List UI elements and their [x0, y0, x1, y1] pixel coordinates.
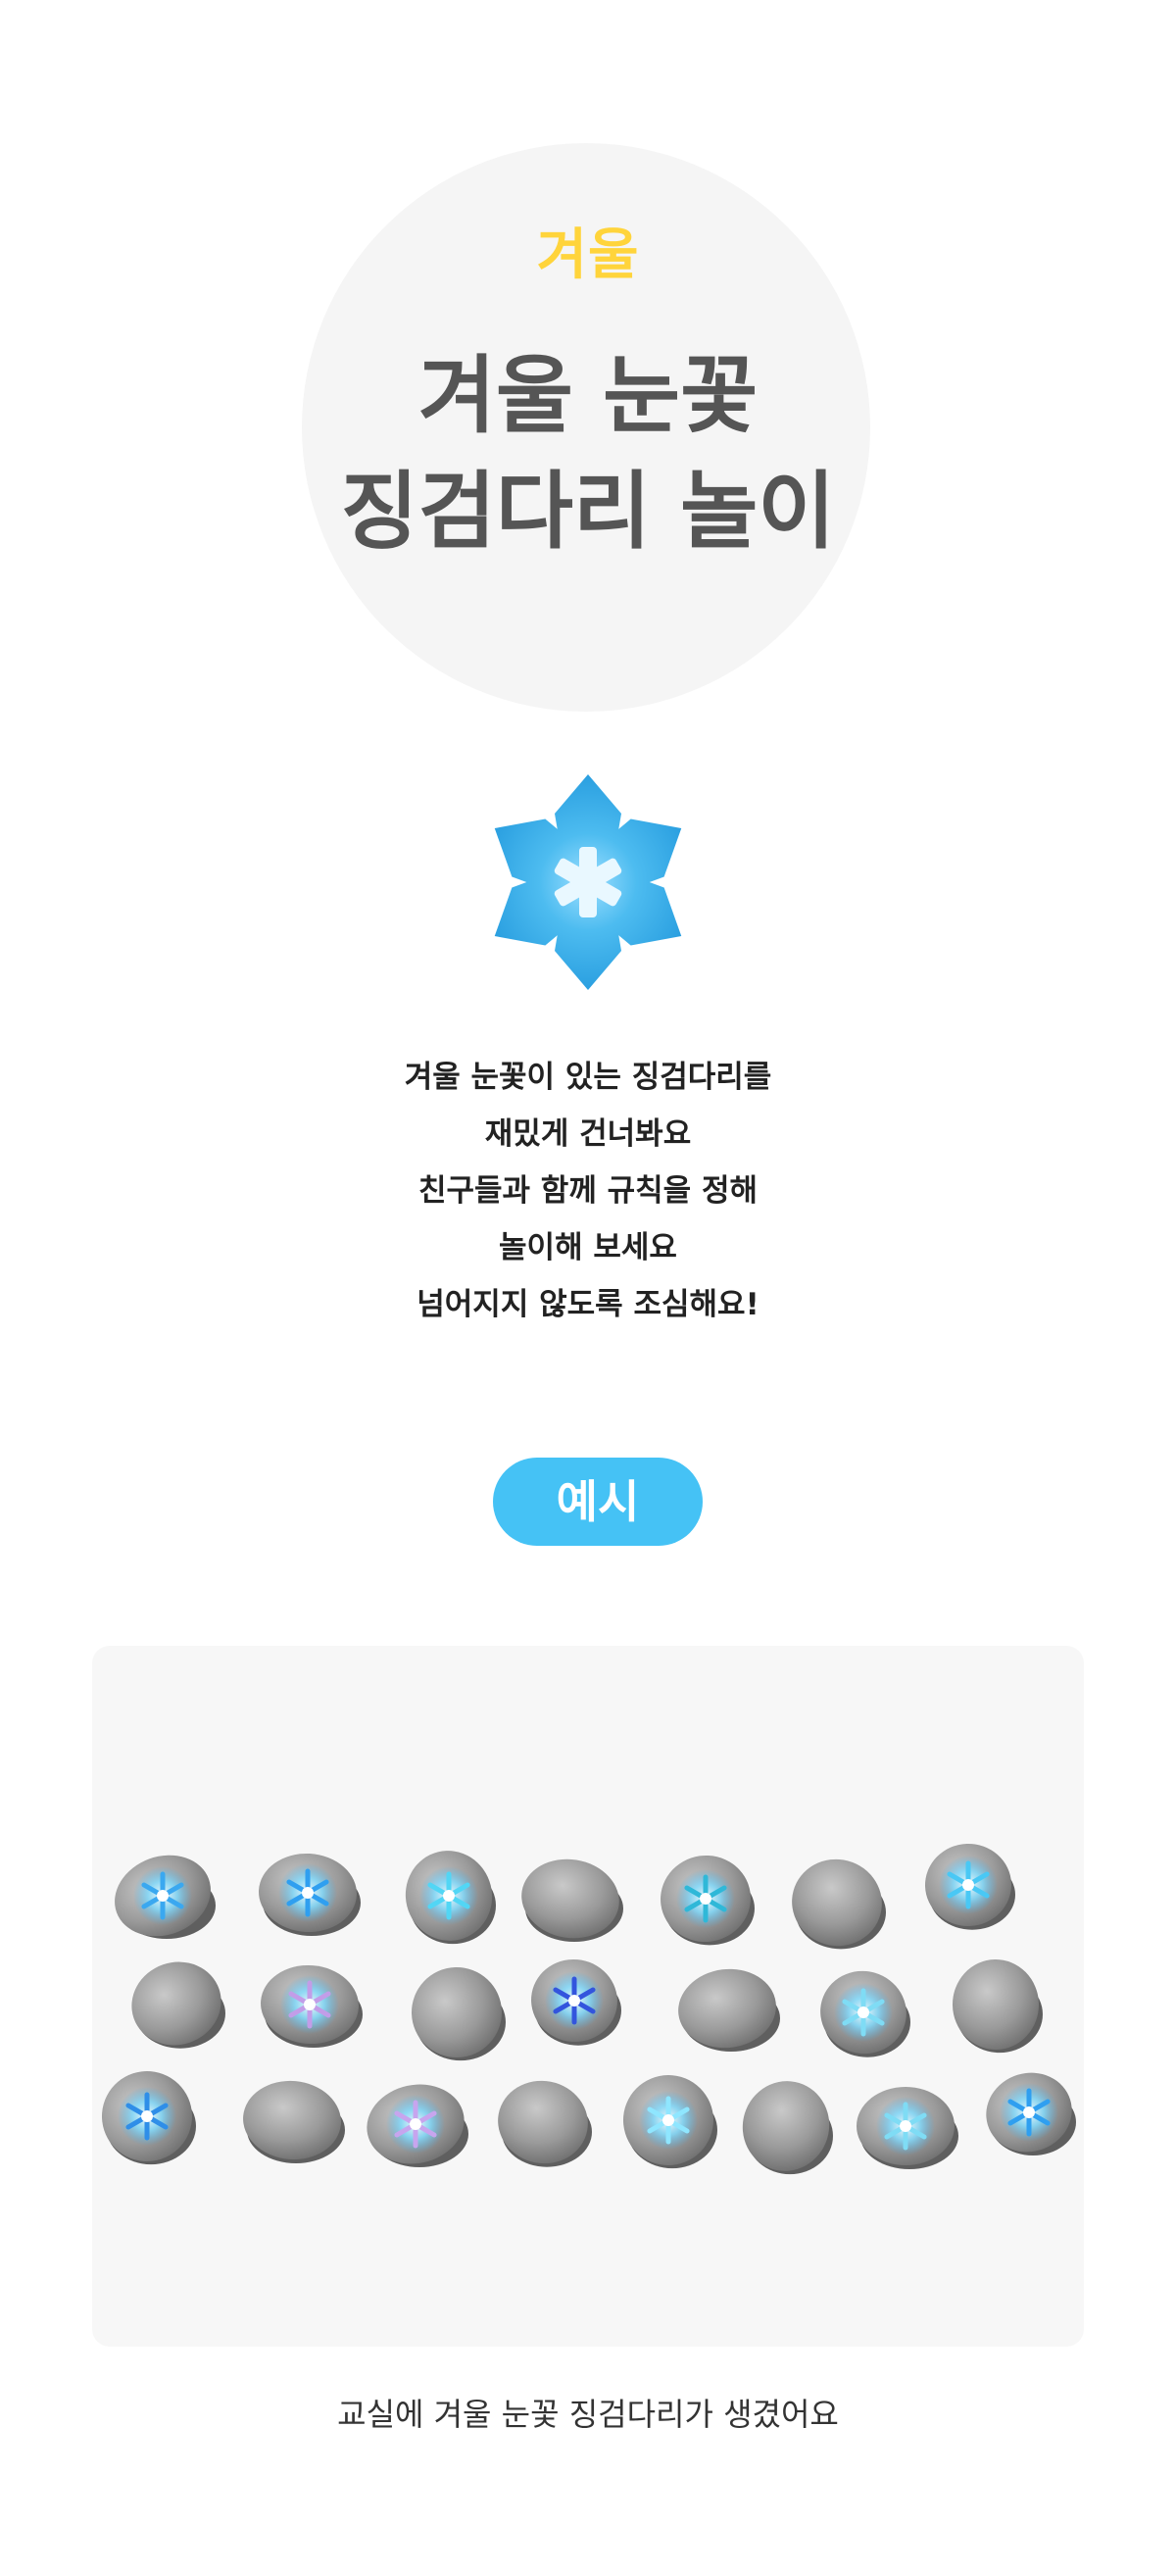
stepping-stone [952, 1959, 1043, 2054]
stepping-stone [661, 1855, 755, 1946]
stepping-stone [792, 1858, 886, 1950]
stepping-stone [678, 1968, 780, 2052]
stepping-stone [857, 2087, 958, 2169]
stepping-stone [498, 2080, 592, 2167]
season-tag: 겨울 [536, 223, 640, 287]
description-line: 넘어지지 않도록 조심해요! [416, 1287, 760, 1322]
stepping-stone [742, 2081, 833, 2175]
description: 겨울 눈꽃이 있는 징검다리를 재밌게 건너봐요 친구들과 함께 규칙을 정해 … [0, 1049, 1176, 1333]
title-line-2: 징검다리 놀이 [340, 463, 836, 561]
stepping-stones-illustration [102, 1843, 1076, 2175]
stepping-stone [820, 1970, 910, 2057]
description-line: 겨울 눈꽃이 있는 징검다리를 [404, 1060, 772, 1095]
stepping-stone [102, 2071, 196, 2165]
stepping-stone [115, 1855, 216, 1939]
page-title: 겨울 눈꽃 징검다리 놀이 [0, 338, 1176, 570]
example-image [92, 1646, 1084, 2347]
description-line: 놀이해 보세요 [499, 1230, 677, 1265]
example-button[interactable]: 예시 [493, 1458, 703, 1546]
description-line: 재밌게 건너봐요 [484, 1116, 692, 1152]
stepping-stone [367, 2084, 468, 2167]
stepping-stone [243, 2080, 345, 2163]
stepping-stone [521, 1858, 623, 1942]
stepping-stone [131, 1961, 225, 2049]
stepping-stone [986, 2072, 1076, 2155]
example-caption: 교실에 겨울 눈꽃 징검다리가 생겼어요 [337, 2396, 839, 2433]
stepping-stone [925, 1843, 1015, 1930]
stepping-stone [259, 1853, 361, 1936]
stepping-stone [405, 1851, 496, 1945]
stepping-stone [412, 1967, 506, 2061]
description-line: 친구들과 함께 규칙을 정해 [417, 1173, 759, 1209]
stepping-stone [531, 1958, 621, 2046]
snowflake-icon [490, 774, 686, 990]
stepping-stone [623, 2075, 717, 2169]
title-line-1: 겨울 눈꽃 [417, 347, 759, 445]
stepping-stone [261, 1964, 363, 2048]
